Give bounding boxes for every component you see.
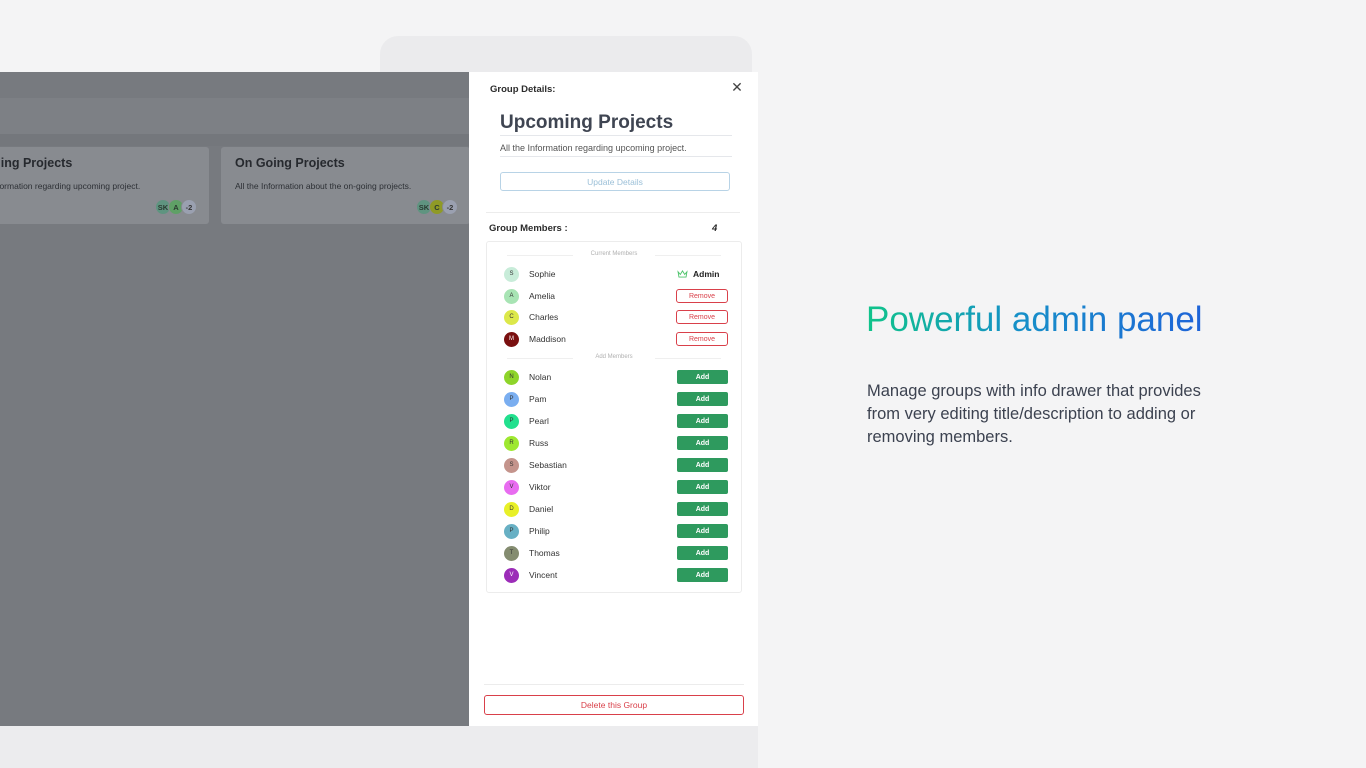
avatar: P [504,523,519,539]
app-subheader [0,134,476,146]
avatar: P [504,413,519,429]
add-member-button[interactable]: Add [677,546,728,560]
group-members-label: Group Members : [489,223,568,234]
background-bottom [0,726,758,768]
avatar: S [504,457,519,473]
delete-group-button[interactable]: Delete this Group [484,695,744,715]
list-item: R Russ Add [504,435,728,451]
avatar: V [504,479,519,495]
avatar-overflow-count: -2 [181,199,197,215]
divider [486,212,740,213]
list-item: P Pearl Add [504,413,728,429]
description-text: Manage groups with info drawer that prov… [867,382,1201,446]
member-name: Viktor [529,482,551,492]
add-member-button[interactable]: Add [677,414,728,428]
add-member-button[interactable]: Add [677,370,728,384]
member-name: Philip [529,526,550,536]
list-item: P Philip Add [504,523,728,539]
group-card-description: All the Information about the on-going p… [235,181,412,191]
list-item: C Charles Remove [504,309,728,325]
member-name: Maddison [529,334,566,344]
list-item: V Vincent Add [504,567,728,583]
list-item: V Viktor Add [504,479,728,495]
member-name: Russ [529,438,549,448]
member-name: Daniel [529,504,554,514]
divider [484,684,744,685]
add-member-button[interactable]: Add [677,480,728,494]
avatar: N [504,369,519,385]
group-card-avatars: SK A -2 [155,199,197,215]
group-card-avatars: SK C -2 [416,199,458,215]
list-item: M Maddison Remove [504,331,728,347]
member-name: Charles [529,312,559,322]
member-name: Sebastian [529,460,567,470]
list-item: N Nolan Add [504,369,728,385]
list-item: A Amelia Remove [504,288,728,304]
group-card-title: oming Projects [0,156,73,170]
group-details-drawer: Group Details: ✕ Upcoming Projects All t… [469,72,758,726]
add-member-button[interactable]: Add [677,392,728,406]
add-member-button[interactable]: Add [677,436,728,450]
list-item: D Daniel Add [504,501,728,517]
admin-label: Admin [693,269,720,279]
group-card-description: Information regarding upcoming project. [0,181,141,191]
add-member-button[interactable]: Add [677,502,728,516]
remove-member-button[interactable]: Remove [676,332,728,346]
avatar: V [504,567,519,583]
member-name: Pam [529,394,547,404]
members-list: Current Members S Sophie Admin A Amelia … [486,241,742,593]
member-name: Thomas [529,548,560,558]
member-name: Pearl [529,416,549,426]
group-card[interactable]: On Going Projects All the Information ab… [221,147,470,224]
avatar: R [504,435,519,451]
list-item: S Sebastian Add [504,457,728,473]
add-member-button[interactable]: Add [677,458,728,472]
member-name: Vincent [529,570,558,580]
drawer-label: Group Details: [490,84,556,95]
remove-member-button[interactable]: Remove [676,289,728,303]
list-item: T Thomas Add [504,545,728,561]
avatar-overflow-count: -2 [442,199,458,215]
admin-badge: Admin [677,269,728,279]
group-card-title: On Going Projects [235,156,345,170]
remove-member-button[interactable]: Remove [676,310,728,324]
add-member-button[interactable]: Add [677,524,728,538]
group-description-field[interactable]: All the Information regarding upcoming p… [500,143,732,157]
app-screenshot: oming Projects Information regarding upc… [0,72,758,726]
list-item: S Sophie Admin [504,266,728,282]
group-card[interactable]: oming Projects Information regarding upc… [0,147,209,224]
background-shape [380,36,752,76]
current-members-label: Current Members [487,251,741,257]
avatar: D [504,501,519,517]
overlay-backdrop[interactable]: oming Projects Information regarding upc… [0,72,476,726]
crown-icon [677,270,688,278]
avatar: P [504,391,519,407]
add-member-button[interactable]: Add [677,568,728,582]
avatar: T [504,545,519,561]
group-title-field[interactable]: Upcoming Projects [500,112,732,136]
list-item: P Pam Add [504,391,728,407]
headline: Powerful admin panel [866,300,1203,339]
avatar: S [504,266,519,282]
member-name: Amelia [529,291,555,301]
member-name: Sophie [529,269,556,279]
app-header [0,98,476,134]
add-members-label: Add Members [487,354,741,360]
avatar: M [504,331,519,347]
avatar: C [504,309,519,325]
update-details-button[interactable]: Update Details [500,172,730,191]
group-members-count: 4 [712,223,718,234]
member-name: Nolan [529,372,552,382]
avatar: A [504,288,519,304]
close-icon[interactable]: ✕ [729,79,745,95]
